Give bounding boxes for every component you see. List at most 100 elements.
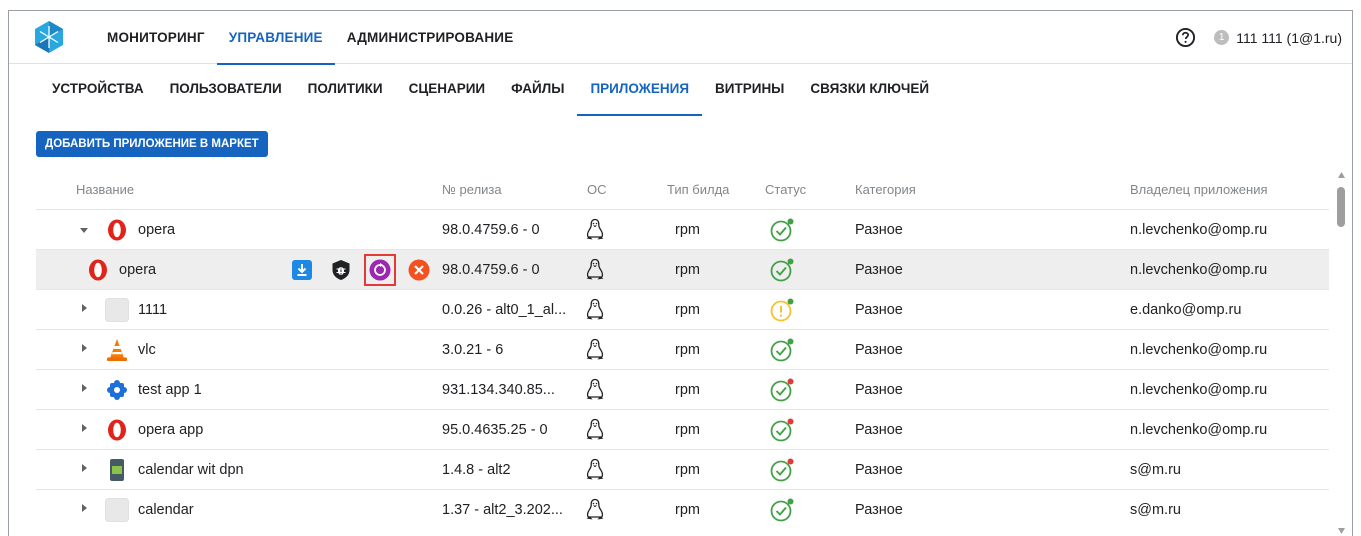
category: Разное bbox=[855, 382, 903, 398]
tab-storefronts[interactable]: ВИТРИНЫ bbox=[702, 64, 797, 116]
build-type: rpm bbox=[675, 462, 700, 478]
tab-policies[interactable]: ПОЛИТИКИ bbox=[295, 64, 396, 116]
sync-icon[interactable] bbox=[364, 254, 396, 286]
top-bar: МОНИТОРИНГ УПРАВЛЕНИЕ АДМИНИСТРИРОВАНИЕ … bbox=[9, 11, 1352, 65]
table-row[interactable]: opera 98.0.4759.6 - 0 rpm Разное n.levchenko… bbox=[36, 209, 1329, 249]
linux-os-icon bbox=[584, 418, 606, 442]
table-row[interactable]: test app 1 931.134.340.85... rpm Разное n.le… bbox=[36, 369, 1329, 409]
build-type: rpm bbox=[675, 502, 700, 518]
app-owner: s@m.ru bbox=[1130, 502, 1181, 518]
linux-os-icon bbox=[584, 378, 606, 402]
release-number: 95.0.4635.25 - 0 bbox=[442, 422, 548, 438]
release-number: 98.0.4759.6 - 0 bbox=[442, 262, 540, 278]
app-name[interactable]: opera bbox=[138, 210, 175, 250]
expand-icon[interactable] bbox=[82, 424, 87, 432]
table-row[interactable]: 1111 0.0.26 - alt0_1_al... rpm Разное e.dank… bbox=[36, 289, 1329, 329]
table-row-child[interactable]: opera 98.0.4759.6 - 0 rpm Разное n.levchenko… bbox=[36, 249, 1329, 289]
build-type: rpm bbox=[675, 302, 700, 318]
app-window: МОНИТОРИНГ УПРАВЛЕНИЕ АДМИНИСТРИРОВАНИЕ … bbox=[8, 10, 1353, 536]
linux-os-icon bbox=[584, 218, 606, 242]
column-header-build-type[interactable]: Тип билда bbox=[667, 182, 729, 197]
app-name[interactable]: calendar wit dpn bbox=[138, 450, 244, 490]
build-type: rpm bbox=[675, 222, 700, 238]
opera-icon bbox=[105, 218, 129, 242]
category: Разное bbox=[855, 342, 903, 358]
expand-icon[interactable] bbox=[82, 304, 87, 312]
shield-bug-icon[interactable] bbox=[329, 258, 353, 282]
user-menu[interactable]: 1 111 111 (1@1.ru) bbox=[1214, 30, 1342, 46]
status-ok-icon bbox=[769, 497, 795, 523]
calendar-app-icon bbox=[105, 458, 129, 482]
top-right: 1 111 111 (1@1.ru) bbox=[1175, 11, 1342, 64]
tab-keychains[interactable]: СВЯЗКИ КЛЮЧЕЙ bbox=[797, 64, 942, 116]
column-header-owner[interactable]: Владелец приложения bbox=[1130, 182, 1268, 197]
expand-icon[interactable] bbox=[82, 504, 87, 512]
category: Разное bbox=[855, 422, 903, 438]
status-ok-icon bbox=[769, 337, 795, 363]
sub-nav: УСТРОЙСТВА ПОЛЬЗОВАТЕЛИ ПОЛИТИКИ СЦЕНАРИ… bbox=[39, 64, 942, 116]
app-name[interactable]: test app 1 bbox=[138, 370, 202, 410]
opera-icon bbox=[105, 418, 129, 442]
status-warning-icon bbox=[769, 297, 795, 323]
table-row[interactable]: calendar wit dpn 1.4.8 - alt2 rpm Разное s@m… bbox=[36, 449, 1329, 489]
tab-scenarios[interactable]: СЦЕНАРИИ bbox=[396, 64, 499, 116]
top-nav-administration[interactable]: АДМИНИСТРИРОВАНИЕ bbox=[335, 11, 526, 64]
app-name[interactable]: 1111 bbox=[138, 290, 167, 330]
linux-os-icon bbox=[584, 298, 606, 322]
linux-os-icon bbox=[584, 338, 606, 362]
top-nav-monitoring[interactable]: МОНИТОРИНГ bbox=[95, 11, 217, 64]
user-name: 111 111 (1@1.ru) bbox=[1236, 29, 1342, 46]
app-owner: n.levchenko@omp.ru bbox=[1130, 422, 1268, 438]
top-nav-management[interactable]: УПРАВЛЕНИЕ bbox=[216, 11, 335, 65]
table-row[interactable]: calendar 1.37 - alt2_3.202... rpm Разное s@m… bbox=[36, 489, 1329, 529]
opera-icon bbox=[86, 258, 110, 282]
scrollbar-thumb[interactable] bbox=[1337, 187, 1345, 227]
logo-icon[interactable] bbox=[33, 20, 65, 54]
tab-users[interactable]: ПОЛЬЗОВАТЕЛИ bbox=[157, 64, 295, 116]
remove-icon[interactable] bbox=[407, 258, 431, 282]
column-header-status[interactable]: Статус bbox=[765, 182, 806, 197]
column-header-category[interactable]: Категория bbox=[855, 182, 916, 197]
linux-os-icon bbox=[584, 458, 606, 482]
expand-icon[interactable] bbox=[82, 344, 87, 352]
app-owner: n.levchenko@omp.ru bbox=[1130, 342, 1268, 358]
table-row[interactable]: opera app 95.0.4635.25 - 0 rpm Разное n.levc… bbox=[36, 409, 1329, 449]
scroll-down-icon[interactable] bbox=[1337, 527, 1346, 535]
collapse-icon[interactable] bbox=[80, 228, 88, 233]
blank-app-icon bbox=[105, 498, 129, 522]
release-number: 3.0.21 - 6 bbox=[442, 342, 504, 358]
status-ok-icon bbox=[769, 217, 795, 243]
app-owner: e.danko@omp.ru bbox=[1130, 302, 1242, 318]
app-name[interactable]: opera bbox=[119, 250, 156, 290]
category: Разное bbox=[855, 302, 903, 318]
table-header: Название № релиза ОС Тип билда Статус Ка… bbox=[36, 169, 1329, 209]
column-header-release[interactable]: № релиза bbox=[442, 182, 502, 197]
app-name[interactable]: calendar bbox=[138, 490, 194, 530]
build-type: rpm bbox=[675, 262, 700, 278]
category: Разное bbox=[855, 222, 903, 238]
release-number: 0.0.26 - alt0_1_al... bbox=[442, 302, 567, 318]
release-number: 931.134.340.85... bbox=[442, 382, 555, 398]
tab-files[interactable]: ФАЙЛЫ bbox=[498, 64, 577, 116]
column-header-os[interactable]: ОС bbox=[587, 182, 607, 197]
user-badge: 1 bbox=[1214, 30, 1230, 45]
add-app-to-market-button[interactable]: ДОБАВИТЬ ПРИЛОЖЕНИЕ В МАРКЕТ bbox=[36, 131, 268, 157]
row-actions bbox=[290, 254, 446, 286]
expand-icon[interactable] bbox=[82, 464, 87, 472]
vlc-cone-icon bbox=[105, 338, 129, 362]
app-name[interactable]: opera app bbox=[138, 410, 203, 450]
download-icon[interactable] bbox=[290, 258, 314, 282]
table-row[interactable]: vlc 3.0.21 - 6 rpm Разное n.levchenko@omp.ru bbox=[36, 329, 1329, 369]
linux-os-icon bbox=[584, 498, 606, 522]
column-header-name[interactable]: Название bbox=[76, 182, 134, 197]
scroll-up-icon[interactable] bbox=[1337, 171, 1346, 179]
tab-applications[interactable]: ПРИЛОЖЕНИЯ bbox=[577, 64, 702, 116]
table-scrollbar[interactable] bbox=[1332, 169, 1352, 536]
tab-devices[interactable]: УСТРОЙСТВА bbox=[39, 64, 157, 116]
app-name[interactable]: vlc bbox=[138, 330, 156, 370]
app-owner: n.levchenko@omp.ru bbox=[1130, 262, 1268, 278]
question-circle-icon[interactable] bbox=[1175, 27, 1196, 48]
category: Разное bbox=[855, 462, 903, 478]
expand-icon[interactable] bbox=[82, 384, 87, 392]
puzzle-app-icon bbox=[105, 378, 129, 402]
